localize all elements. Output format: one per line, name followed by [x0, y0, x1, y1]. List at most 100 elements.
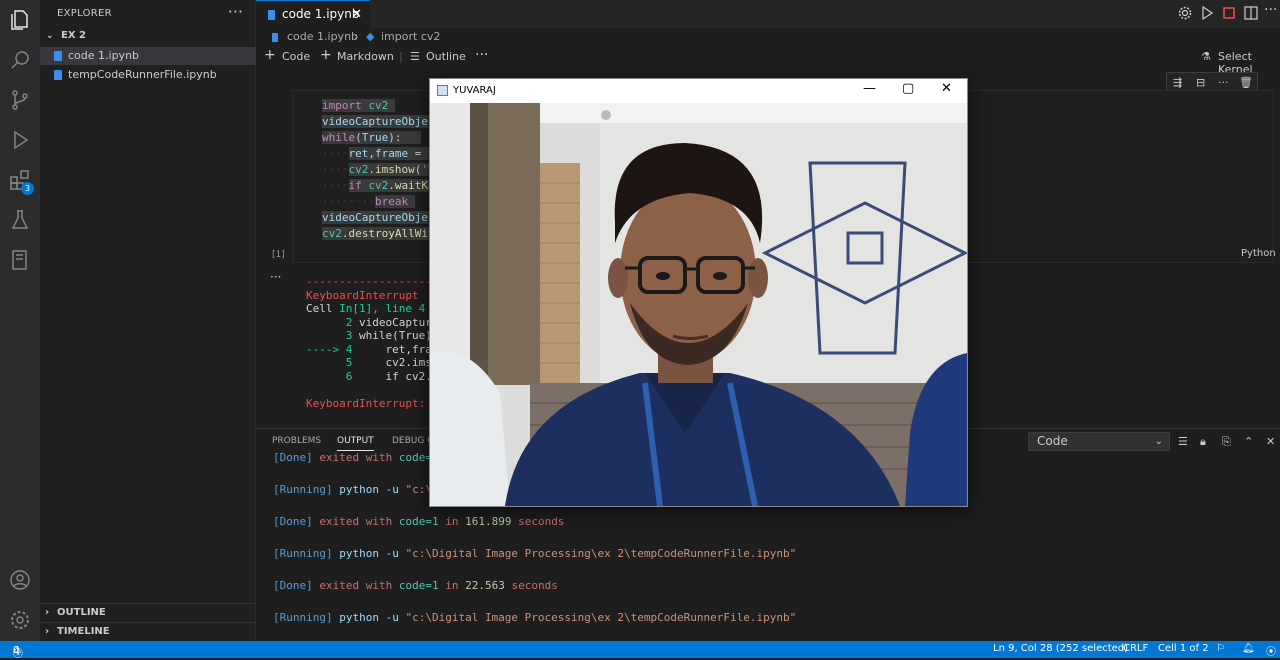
account-icon[interactable]	[8, 568, 32, 592]
status-bar: ⓧ 0 ⚠ 0 Ln 9, Col 28 (252 selected) CRLF…	[0, 641, 1280, 660]
camera-window-title: YUVARAJ	[453, 85, 496, 96]
split-editor-icon[interactable]	[1243, 5, 1259, 21]
more-actions-icon[interactable]: ···	[228, 2, 243, 21]
timeline-section[interactable]: › TIMELINE	[40, 622, 256, 641]
minimize-icon[interactable]: —	[863, 81, 876, 96]
traceback-arrow: ---->	[306, 342, 346, 356]
camera-feed-image	[430, 103, 967, 506]
run-by-line-icon[interactable]: ⇶	[1173, 76, 1182, 89]
split-cell-icon[interactable]: ⊟	[1196, 76, 1205, 89]
traceback-line-code: ret,fra	[359, 342, 432, 356]
bell-icon[interactable]: 🔔︎	[1242, 643, 1255, 654]
files-icon[interactable]	[8, 8, 32, 32]
close-icon[interactable]: ✕	[351, 1, 362, 28]
maximize-icon[interactable]: ▢	[902, 81, 914, 96]
camera-window[interactable]: YUVARAJ — ▢ ✕	[429, 78, 968, 507]
kernel-icon: ⚗	[1201, 50, 1211, 63]
notebook-file-icon	[272, 33, 278, 42]
delete-icon[interactable]: 🗑	[1239, 76, 1253, 89]
tab-problems[interactable]: PROBLEMS	[272, 436, 321, 446]
cell-language[interactable]: Python	[1241, 248, 1276, 259]
folder-label: EX 2	[61, 30, 87, 41]
close-icon[interactable]: ✕	[1266, 435, 1275, 448]
chevron-right-icon: ›	[45, 626, 50, 637]
source-control-icon[interactable]	[8, 88, 32, 112]
file-item-code1[interactable]: code 1.ipynb	[40, 47, 256, 65]
output-channel-value: Code	[1037, 434, 1068, 448]
execution-count: [1]	[272, 250, 285, 260]
breadcrumb-file[interactable]: code 1.ipynb	[287, 30, 358, 43]
settings-gear-icon[interactable]	[8, 608, 32, 632]
gear-icon[interactable]	[1177, 5, 1193, 21]
timeline-label: TIMELINE	[57, 626, 110, 637]
chevron-right-icon: ›	[45, 607, 50, 618]
tab-output[interactable]: OUTPUT	[337, 436, 374, 451]
camera-window-titlebar[interactable]: YUVARAJ — ▢ ✕	[430, 79, 967, 103]
outline-button[interactable]: Outline	[426, 50, 466, 63]
run-debug-icon[interactable]	[8, 128, 32, 152]
notebook-toolbar: + Code + Markdown | ☰ Outline ··· ⚗ Sele…	[256, 46, 1280, 76]
output-line: [Done] exited with code=1 in 22.563 seco…	[273, 579, 558, 592]
cell-status[interactable]: Cell 1 of 2	[1158, 643, 1209, 654]
tab-debug-console[interactable]: DEBUG C	[392, 436, 434, 446]
more-actions-icon[interactable]: ···	[270, 270, 281, 284]
chevron-up-icon[interactable]: ⌃	[1244, 435, 1253, 448]
traceback-line-num: 6	[345, 369, 353, 383]
traceback-line-num: 3	[345, 329, 353, 342]
tab-code1[interactable]: code 1.ipynb ✕	[256, 0, 370, 28]
feedback-icon[interactable]: ⚐	[1216, 643, 1225, 654]
outline-list-icon: ☰	[410, 50, 420, 63]
traceback-line-code: videoCaptur	[359, 315, 432, 329]
output-channel-select[interactable]: Code ⌄	[1028, 432, 1170, 451]
chevron-right-icon: ›	[354, 30, 359, 43]
outline-label: OUTLINE	[57, 607, 106, 618]
traceback-line-num: 5	[345, 356, 353, 369]
tab-label: code 1.ipynb	[282, 7, 360, 21]
run-icon[interactable]	[1199, 5, 1215, 21]
explorer-title: EXPLORER	[57, 8, 112, 19]
plus-icon: +	[264, 47, 276, 63]
traceback-cell-ref: In[1], line 4	[339, 302, 426, 315]
cursor-position[interactable]: Ln 9, Col 28 (252 selected)	[993, 643, 1128, 654]
file-item-tempcoderunner[interactable]: tempCodeRunnerFile.ipynb	[40, 66, 256, 84]
traceback-line-num: 4	[345, 342, 353, 356]
traceback-final: KeyboardInterrupt:	[306, 396, 426, 410]
more-actions-icon[interactable]: ···	[1218, 76, 1229, 89]
more-actions-icon[interactable]: ···	[1264, 2, 1280, 18]
traceback-cell-prefix: Cell	[306, 302, 340, 315]
file-label: code 1.ipynb	[68, 49, 140, 62]
cell-source[interactable]: import cv2 videoCaptureObject while(True…	[322, 98, 442, 242]
broadcast-icon[interactable]: ⦿	[1266, 643, 1276, 658]
traceback-line-code: while(True)	[359, 329, 432, 342]
traceback-error: KeyboardInterrupt	[306, 288, 419, 302]
chevron-down-icon: ⌄	[46, 31, 54, 41]
activity-bar: 3	[0, 0, 40, 641]
file-label: tempCodeRunnerFile.ipynb	[68, 68, 217, 81]
notebook-file-icon	[54, 51, 62, 61]
lock-icon[interactable]: 🔒︎	[1200, 435, 1206, 449]
warning-count: 0	[13, 645, 20, 656]
add-markdown-button[interactable]: Markdown	[337, 50, 394, 63]
clear-output-icon[interactable]: ⎘	[1222, 435, 1231, 449]
editor-tab-bar: code 1.ipynb ✕ ···	[256, 0, 1280, 28]
notebook-icon[interactable]	[8, 248, 32, 272]
eol-status[interactable]: CRLF	[1123, 643, 1148, 654]
chevron-down-icon: ⌄	[1154, 436, 1163, 447]
plus-icon: +	[320, 47, 332, 63]
outline-section[interactable]: › OUTLINE	[40, 603, 256, 622]
extensions-badge: 3	[21, 182, 34, 195]
camera-frame	[430, 103, 967, 506]
add-code-button[interactable]: Code	[282, 50, 310, 63]
folder-ex2[interactable]: ⌄ EX 2	[40, 30, 256, 46]
notebook-file-icon	[268, 10, 275, 20]
stop-icon[interactable]	[1221, 5, 1237, 21]
search-icon[interactable]	[8, 48, 32, 72]
traceback-line-num: 2	[345, 315, 353, 329]
breadcrumb-cell[interactable]: import cv2	[381, 30, 440, 43]
breadcrumb: code 1.ipynb › ◆ import cv2	[256, 28, 1280, 46]
filter-list-icon[interactable]: ☰	[1178, 435, 1188, 448]
output-line: [Done] exited with code=1 in 161.899 sec…	[273, 515, 565, 528]
testing-icon[interactable]	[8, 208, 32, 232]
close-icon[interactable]: ✕	[941, 81, 952, 96]
more-actions-icon[interactable]: ···	[475, 47, 488, 63]
